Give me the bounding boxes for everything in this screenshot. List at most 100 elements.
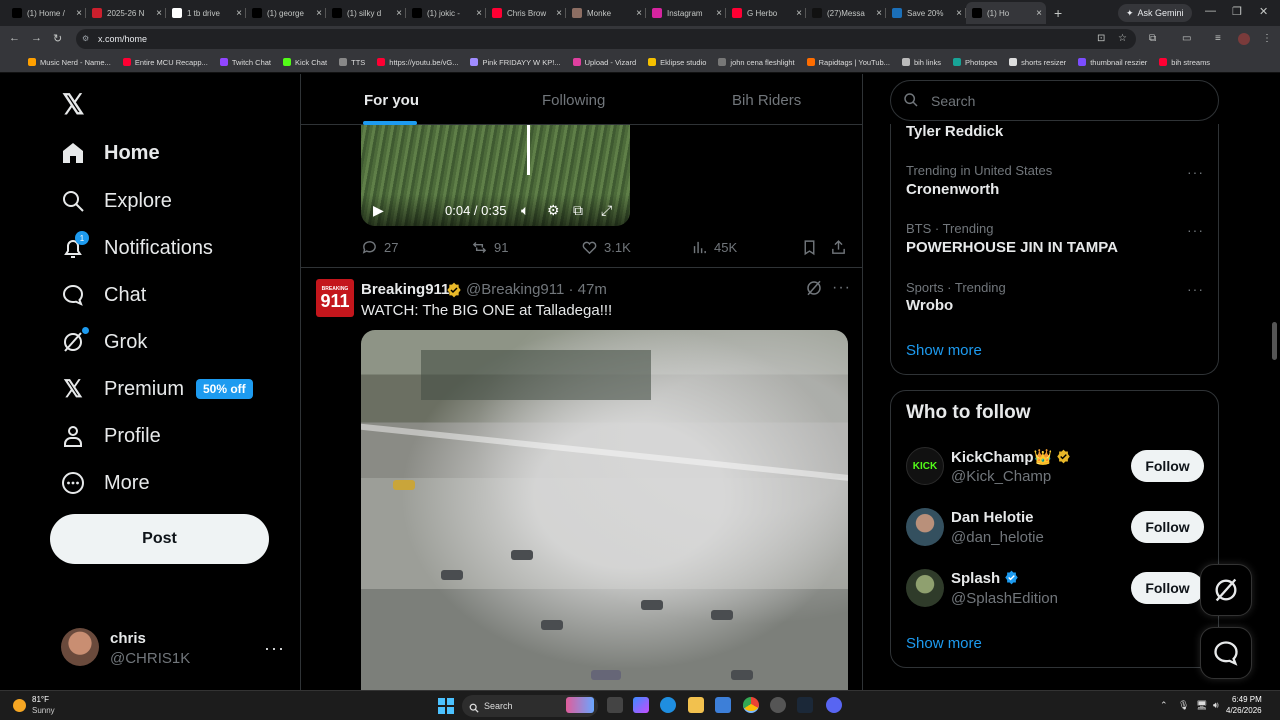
grok-floating-button[interactable] bbox=[1200, 564, 1252, 616]
trend-more-icon[interactable]: ··· bbox=[1187, 164, 1204, 180]
url-input[interactable]: x.com/home bbox=[76, 29, 1136, 49]
store-icon[interactable] bbox=[715, 697, 731, 713]
who-to-follow-show-more-link[interactable]: Show more bbox=[906, 635, 982, 652]
weather-condition[interactable]: Sunny bbox=[32, 706, 55, 715]
suggested-user-name[interactable]: KickChamp👑 bbox=[951, 448, 1071, 466]
post-button[interactable]: Post bbox=[50, 514, 269, 564]
bookmark-item[interactable]: Entire MCU Recapp... bbox=[122, 58, 208, 67]
browser-tab[interactable]: 1 tb drive × bbox=[166, 2, 246, 24]
copilot-icon[interactable] bbox=[633, 697, 649, 713]
follow-button[interactable]: Follow bbox=[1131, 511, 1204, 543]
browser-tab[interactable]: (1) george × bbox=[246, 2, 326, 24]
install-app-icon[interactable]: ⊡ bbox=[1097, 33, 1105, 44]
nav-grok[interactable]: Grok bbox=[60, 327, 147, 357]
bookmark-button[interactable] bbox=[801, 239, 818, 256]
minimize-icon[interactable]: — bbox=[1205, 5, 1216, 17]
file-explorer-icon[interactable] bbox=[688, 697, 704, 713]
windows-start-icon[interactable] bbox=[438, 698, 454, 714]
browser-tab[interactable]: (1) Ho × bbox=[966, 2, 1046, 24]
views-button[interactable]: 45K bbox=[691, 239, 737, 256]
browser-tab[interactable]: Monke × bbox=[566, 2, 646, 24]
steam-icon[interactable] bbox=[797, 697, 813, 713]
browser-tab[interactable]: (1) Home / × bbox=[6, 2, 86, 24]
trend-more-icon[interactable]: ··· bbox=[1187, 281, 1204, 297]
bookmark-item[interactable]: Kick Chat bbox=[283, 58, 327, 67]
nav-profile[interactable]: Profile bbox=[60, 421, 161, 451]
page-scrollbar-thumb[interactable] bbox=[1272, 322, 1277, 360]
bookmark-item[interactable]: Rapidtags | YouTub... bbox=[806, 58, 890, 67]
trend-name[interactable]: POWERHOUSE JIN IN TAMPA bbox=[906, 239, 1118, 256]
close-tab-icon[interactable]: × bbox=[76, 8, 82, 19]
search-input[interactable]: Search bbox=[890, 80, 1219, 121]
restore-icon[interactable]: ❐ bbox=[1232, 5, 1242, 18]
trend-more-icon[interactable]: ··· bbox=[1187, 222, 1204, 238]
share-button[interactable] bbox=[830, 239, 847, 256]
talladega-crash-video[interactable] bbox=[361, 330, 848, 690]
back-icon[interactable]: ← bbox=[9, 32, 20, 44]
extensions-icon[interactable]: ⧉ bbox=[1149, 33, 1156, 44]
speaker-icon[interactable]: 🔊︎ bbox=[1213, 700, 1219, 711]
post-author-handle-time[interactable]: @Breaking911 · 47m bbox=[466, 281, 607, 298]
follow-button[interactable]: Follow bbox=[1131, 450, 1204, 482]
trend-name[interactable]: Tyler Reddick bbox=[906, 123, 1003, 140]
bookmark-item[interactable]: Music Nerd - Name... bbox=[28, 58, 111, 67]
trend-name[interactable]: Cronenworth bbox=[906, 181, 999, 198]
post-video-player[interactable]: ▶ 0:04 / 0:35 🔈︎ ⚙ ⧉ ⤢ bbox=[361, 125, 630, 226]
account-menu-icon[interactable]: ··· bbox=[264, 638, 285, 659]
microphone-icon[interactable]: 🎙︎ bbox=[1178, 700, 1189, 711]
post-more-icon[interactable]: ··· bbox=[832, 279, 851, 297]
bookmark-item[interactable]: shorts resizer bbox=[1009, 58, 1066, 67]
dan-helotie-avatar[interactable] bbox=[906, 508, 944, 546]
picture-in-picture-icon[interactable]: ⧉ bbox=[573, 202, 583, 219]
repost-button[interactable]: 91 bbox=[471, 239, 508, 256]
close-window-icon[interactable]: ✕ bbox=[1259, 5, 1268, 18]
forward-icon[interactable]: → bbox=[31, 32, 42, 44]
site-info-icon[interactable]: ⚙ bbox=[82, 34, 92, 44]
bookmark-item[interactable]: Twitch Chat bbox=[219, 58, 271, 67]
browser-tab[interactable]: (27)Messa × bbox=[806, 2, 886, 24]
close-tab-icon[interactable]: × bbox=[636, 8, 642, 19]
sun-icon[interactable] bbox=[13, 699, 26, 712]
nav-home[interactable]: Home bbox=[60, 138, 160, 168]
nav-premium[interactable]: 𝕏 Premium bbox=[60, 374, 184, 404]
close-tab-icon[interactable]: × bbox=[716, 8, 722, 19]
bookmark-item[interactable]: Pink FRIDAYY W KP!... bbox=[470, 58, 561, 67]
clock-time[interactable]: 6:49 PM bbox=[1232, 695, 1262, 704]
nav-more[interactable]: More bbox=[60, 468, 150, 498]
bookmark-item[interactable]: Upload - Vizard bbox=[572, 58, 636, 67]
close-tab-icon[interactable]: × bbox=[236, 8, 242, 19]
browser-tab[interactable]: Save 20% × bbox=[886, 2, 966, 24]
sidepanel-icon[interactable]: ▭ bbox=[1182, 33, 1191, 44]
browser-tab[interactable]: G Herbo × bbox=[726, 2, 806, 24]
reply-button[interactable]: 27 bbox=[361, 239, 398, 256]
weather-temperature[interactable]: 81°F bbox=[32, 695, 49, 704]
account-avatar[interactable] bbox=[61, 628, 99, 666]
trend-name[interactable]: Wrobo bbox=[906, 297, 953, 314]
ask-gemini-button[interactable]: ✦ Ask Gemini bbox=[1118, 4, 1192, 22]
bookmark-item[interactable]: https://youtu.be/vG... bbox=[377, 58, 458, 67]
suggested-user-name[interactable]: Splash bbox=[951, 570, 1019, 587]
splash-avatar[interactable] bbox=[906, 569, 944, 607]
new-tab-icon[interactable]: + bbox=[1054, 5, 1062, 21]
volume-icon[interactable]: 🔈︎ bbox=[521, 202, 529, 219]
bookmark-item[interactable]: TTS bbox=[339, 58, 365, 67]
nav-chat[interactable]: Chat bbox=[60, 280, 146, 310]
chrome-icon[interactable] bbox=[743, 697, 759, 713]
close-tab-icon[interactable]: × bbox=[956, 8, 962, 19]
follow-button[interactable]: Follow bbox=[1131, 572, 1204, 604]
close-tab-icon[interactable]: × bbox=[396, 8, 402, 19]
browser-menu-icon[interactable]: ⋮ bbox=[1262, 33, 1272, 44]
close-tab-icon[interactable]: × bbox=[1036, 8, 1042, 19]
edge-icon[interactable] bbox=[660, 697, 676, 713]
grok-explain-icon[interactable] bbox=[805, 279, 823, 302]
close-tab-icon[interactable]: × bbox=[796, 8, 802, 19]
bookmark-item[interactable]: john cena fleshlight bbox=[718, 58, 795, 67]
like-button[interactable]: 3.1K bbox=[581, 239, 631, 256]
browser-tab[interactable]: Chris Brow × bbox=[486, 2, 566, 24]
nav-explore[interactable]: Explore bbox=[60, 186, 172, 216]
clock-date[interactable]: 4/26/2026 bbox=[1226, 706, 1262, 715]
trends-show-more-link[interactable]: Show more bbox=[906, 342, 982, 359]
messages-floating-button[interactable] bbox=[1200, 627, 1252, 679]
close-tab-icon[interactable]: × bbox=[316, 8, 322, 19]
fullscreen-icon[interactable]: ⤢ bbox=[601, 202, 612, 219]
